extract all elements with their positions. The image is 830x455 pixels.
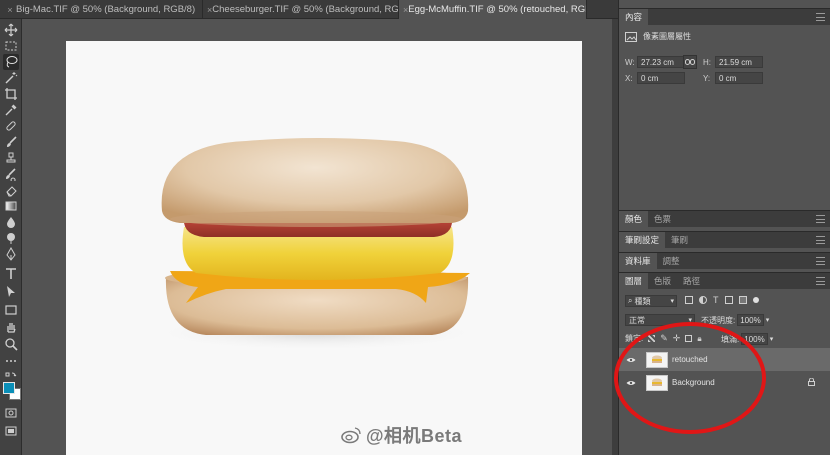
type-icon[interactable] [3,266,19,282]
healing-brush-icon[interactable] [3,118,19,134]
properties-section: 像素圖層屬性 [625,31,691,42]
watermark-text: @相机Beta [366,426,463,446]
link-dimensions-icon[interactable] [683,55,697,69]
magic-wand-icon[interactable] [3,70,19,86]
height-input[interactable]: 21.59 cm [715,56,763,68]
brush-icon[interactable] [3,134,19,150]
tools-panel [0,19,22,455]
document-tab-bar: × Big-Mac.TIF @ 50% (Background, RGB/8) … [0,0,618,19]
panel-menu-icon[interactable] [816,13,825,21]
lasso-icon[interactable] [3,54,19,70]
width-input[interactable]: 27.23 cm [637,56,685,68]
tab-properties[interactable]: 內容 [619,8,649,26]
x-input[interactable]: 0 cm [637,72,685,84]
path-select-icon[interactable] [3,284,19,300]
shape-filter-icon[interactable] [724,296,733,304]
x-field: X: 0 cm [625,72,685,84]
move-icon[interactable] [3,22,19,38]
crop-icon[interactable] [3,86,19,102]
width-field: W: 27.23 cm [625,56,685,68]
red-annotation-ellipse [614,322,766,434]
tab-label: Big-Mac.TIF @ 50% (Background, RGB/8) [16,4,196,15]
panel-menu-icon[interactable] [816,257,825,265]
blur-icon[interactable] [3,214,19,230]
photoshop-window: × Big-Mac.TIF @ 50% (Background, RGB/8) … [0,0,830,455]
close-icon[interactable]: × [4,5,16,15]
chevron-down-icon: ▾ [670,298,674,305]
chevron-down-icon[interactable]: ▾ [770,335,774,343]
tab-adjustments[interactable]: 調整 [657,253,686,270]
pen-icon[interactable] [3,246,19,262]
adjustment-filter-icon[interactable] [699,296,707,304]
layer-filter-icons: T [685,295,759,305]
swap-colors-icon[interactable] [3,371,19,381]
dodge-icon[interactable] [3,230,19,246]
hand-icon[interactable] [3,319,19,335]
watermark: @相机Beta [340,422,462,448]
y-field: Y: 0 cm [703,72,763,84]
filter-toggle-icon[interactable] [752,297,759,303]
zoom-icon[interactable] [3,336,19,352]
tab-layers[interactable]: 圖層 [619,272,649,290]
y-input[interactable]: 0 cm [715,72,763,84]
egg-mcmuffin-image [146,138,486,351]
tab-big-mac[interactable]: × Big-Mac.TIF @ 50% (Background, RGB/8) [0,0,203,19]
tab-cheeseburger[interactable]: × Cheeseburger.TIF @ 50% (Background, RG… [203,0,399,19]
color-panel-header: 顏色 色票 [619,210,830,228]
panel-menu-icon[interactable] [816,215,825,223]
marquee-icon[interactable] [3,38,19,54]
tab-channels[interactable]: 色版 [648,273,677,290]
quick-mask-icon[interactable] [3,405,19,421]
lock-icon [808,377,815,388]
type-filter-icon[interactable]: T [713,295,719,305]
more-icon[interactable] [3,353,19,369]
tab-swatches[interactable]: 色票 [648,211,677,228]
libraries-panel-header: 資料庫 調整 [619,252,830,270]
layer-filter-select[interactable]: ⌕ 種類 ▾ [625,295,677,307]
tab-label: Egg-McMuffin.TIF @ 50% (retouched, RGB/8… [408,4,587,15]
clone-stamp-icon[interactable] [3,150,19,166]
gradient-icon[interactable] [3,198,19,214]
smart-object-filter-icon[interactable] [738,296,747,304]
properties-panel-header: 內容 [619,8,830,26]
brush-panel-header: 筆刷設定 筆刷 [619,231,830,249]
panel-menu-icon[interactable] [816,236,825,244]
rectangle-icon[interactable] [3,302,19,318]
search-icon: ⌕ [628,296,633,305]
image-filter-icon[interactable] [685,296,693,304]
properties-section-title: 像素圖層屬性 [643,32,691,41]
foreground-color-swatch[interactable] [3,382,15,394]
tab-egg-mcmuffin[interactable]: × Egg-McMuffin.TIF @ 50% (retouched, RGB… [399,0,587,19]
layers-panel-header: 圖層 色版 路徑 [619,272,830,290]
weibo-logo-icon [341,427,361,444]
history-brush-icon[interactable] [3,166,19,182]
tab-color[interactable]: 顏色 [619,210,649,228]
document-canvas[interactable] [66,41,582,455]
height-field: H: 21.59 cm [703,56,763,68]
eraser-icon[interactable] [3,182,19,198]
tab-libraries[interactable]: 資料庫 [619,252,657,270]
tab-paths[interactable]: 路徑 [677,273,706,290]
panel-menu-icon[interactable] [816,277,825,285]
tab-brush-settings[interactable]: 筆刷設定 [619,231,666,249]
eyedropper-icon[interactable] [3,102,19,118]
tab-brushes[interactable]: 筆刷 [665,232,694,249]
canvas-area[interactable] [22,19,612,455]
pixel-layer-icon [625,31,637,42]
screen-mode-icon[interactable] [3,423,19,439]
tab-label: Cheeseburger.TIF @ 50% (Background, RGB/… [212,4,399,15]
